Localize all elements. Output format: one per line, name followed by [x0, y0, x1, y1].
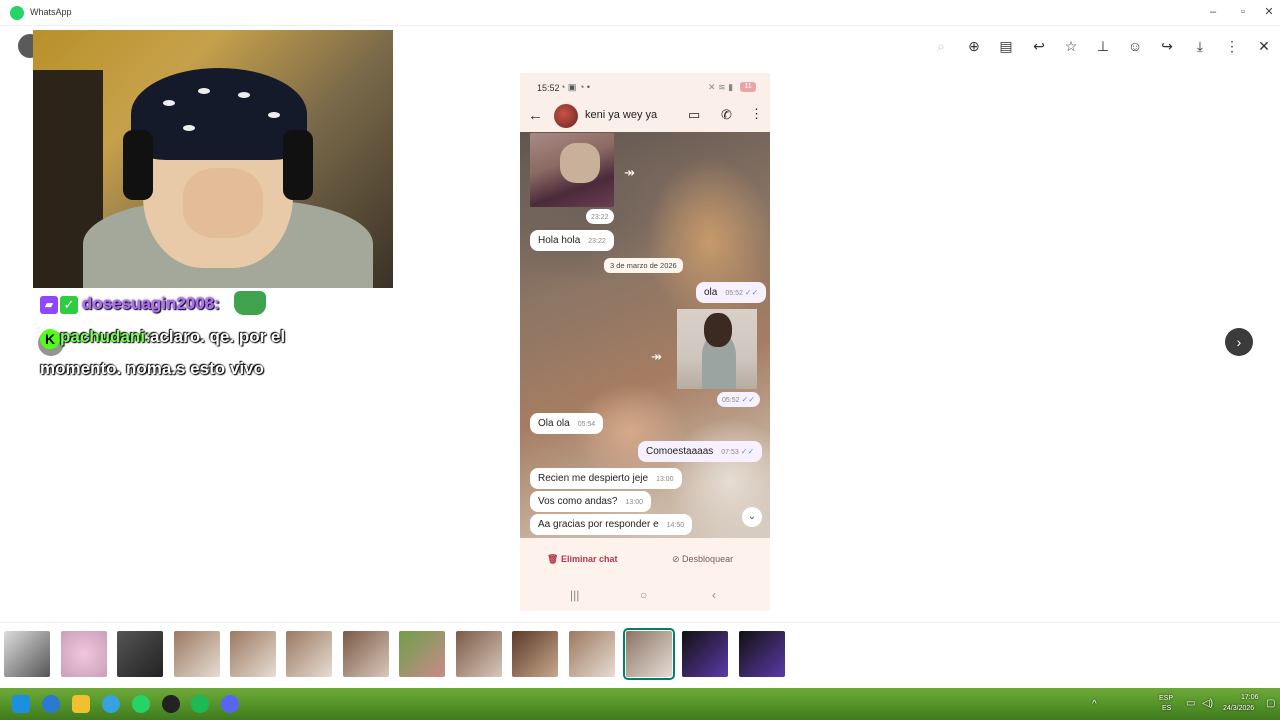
thumbnail-active[interactable] — [623, 628, 675, 680]
network-icon[interactable]: ▭ — [1186, 698, 1195, 709]
contact-avatar — [554, 104, 578, 128]
zoom-out-icon[interactable]: ⌕ — [932, 37, 950, 55]
chat-username: dosesuagin2008: — [82, 294, 220, 313]
frog-emote-icon — [234, 291, 266, 315]
keyboard-layout[interactable]: ES — [1162, 705, 1171, 712]
emoji-react-icon[interactable]: ☺ — [1126, 37, 1144, 55]
discord-icon[interactable] — [221, 695, 239, 713]
message-incoming: Vos como andas? 13:00 — [530, 491, 652, 512]
image-message — [530, 133, 614, 207]
signal-icons: ✕ ≋ ▮ — [708, 82, 734, 92]
edge-icon[interactable] — [42, 695, 60, 713]
chat-message: momento. noma.s esto vivo — [40, 359, 264, 378]
whatsapp-logo-icon — [10, 6, 24, 20]
thumbnail[interactable] — [117, 631, 163, 677]
status-time: 15:52 — [537, 83, 560, 93]
download-icon[interactable]: ⤓ — [1191, 37, 1209, 55]
minimize-button[interactable]: – — [1202, 3, 1224, 21]
thumbnail[interactable] — [456, 631, 502, 677]
delete-chat-label: 🗑 Eliminar chat — [547, 554, 618, 564]
video-call-icon: ▭ — [688, 107, 701, 122]
kick-icon: K — [40, 329, 60, 349]
thumbnail[interactable] — [682, 631, 728, 677]
verified-check-icon: ✓ — [60, 296, 78, 314]
forward-icon: ↠ — [651, 349, 662, 364]
maximize-button[interactable]: ▫ — [1232, 3, 1254, 21]
unblock-label: ⊘ Desbloquear — [672, 554, 734, 564]
phone-screenshot: 15:52 ◔ ▣ ◔ • ✕ ≋ ▮ 11 ← keni ya wey ya … — [520, 73, 770, 611]
menu-icon: ⋮ — [750, 106, 763, 121]
start-icon[interactable] — [12, 695, 30, 713]
thumbnail[interactable] — [343, 631, 389, 677]
thumbnail[interactable] — [174, 631, 220, 677]
message-outgoing: ola 05:52 ✓✓ — [696, 282, 767, 303]
chat-message: aclaro. qe. por el — [150, 327, 286, 346]
notification-icons: ◔ ▣ ◔ • — [560, 82, 591, 92]
pin-icon[interactable]: ⊥ — [1094, 37, 1112, 55]
forward-icon[interactable]: ↪ — [1158, 37, 1176, 55]
thumbnail[interactable] — [399, 631, 445, 677]
clock-date[interactable]: 24/3/2026 — [1223, 705, 1254, 712]
recent-apps-icon: ||| — [570, 588, 580, 602]
clock-time[interactable]: 17:06 — [1241, 694, 1259, 701]
next-media-button[interactable]: › — [1225, 328, 1253, 356]
home-icon: ○ — [640, 588, 648, 602]
phone-call-icon: ✆ — [721, 107, 732, 122]
message-incoming: Aa gracias por responder e 14:50 — [530, 514, 693, 535]
phone-status-bar: 15:52 ◔ ▣ ◔ • ✕ ≋ ▮ 11 — [520, 73, 770, 101]
date-chip: 3 de marzo de 2026 — [604, 258, 683, 273]
window-title: WhatsApp — [30, 7, 72, 17]
star-icon[interactable]: ☆ — [1062, 37, 1080, 55]
input-language[interactable]: ESP — [1159, 695, 1173, 702]
thumbnail[interactable] — [230, 631, 276, 677]
message-incoming: Hola hola 23:22 — [530, 230, 614, 251]
caption-icon[interactable]: ▤ — [997, 37, 1015, 55]
thumbnail[interactable] — [61, 631, 107, 677]
back-icon: ‹ — [712, 588, 716, 602]
message-incoming: Recien me despierto jeje 13:00 — [530, 468, 682, 489]
forward-icon: ↠ — [624, 165, 635, 180]
chat-area: ↠ 23:22 Hola hola 23:22 3 de marzo de 202… — [520, 132, 770, 538]
spotify-icon[interactable] — [191, 695, 209, 713]
chat-footer: 🗑 Eliminar chat ⊘ Desbloquear — [520, 538, 770, 580]
close-window-button[interactable]: ✕ — [1258, 3, 1280, 21]
twitch-icon: ▰ — [40, 296, 58, 314]
whatsapp-taskbar-icon[interactable] — [132, 695, 150, 713]
chat-header: ← keni ya wey ya ▭ ✆ ⋮ — [520, 101, 770, 132]
thumbnail[interactable] — [739, 631, 785, 677]
browser-icon[interactable] — [102, 695, 120, 713]
image-message — [677, 309, 757, 389]
android-nav-bar: ||| ○ ‹ — [520, 580, 770, 611]
contact-name: keni ya wey ya — [585, 109, 658, 121]
message-time: 05:52 ✓✓ — [717, 392, 760, 407]
message-time: 23:22 — [586, 209, 614, 224]
message-incoming: Ola ola 05:54 — [530, 413, 604, 434]
app-icon[interactable] — [162, 695, 180, 713]
thumbnail[interactable] — [4, 631, 50, 677]
scroll-down-icon: ⌄ — [742, 507, 762, 527]
notification-icon[interactable]: ▢ — [1266, 698, 1275, 709]
zoom-in-icon[interactable]: ⊕ — [965, 37, 983, 55]
title-bar — [0, 0, 1280, 26]
close-viewer-icon[interactable]: ✕ — [1255, 37, 1273, 55]
volume-icon[interactable]: ◁) — [1202, 698, 1213, 709]
more-options-icon[interactable]: ⋮ — [1223, 37, 1241, 55]
tray-expand-icon[interactable]: ^ — [1092, 699, 1097, 710]
thumbnail[interactable] — [286, 631, 332, 677]
webcam-feed — [33, 30, 393, 288]
chat-username: pachudani: — [60, 327, 151, 346]
file-explorer-icon[interactable] — [72, 695, 90, 713]
thumbnail[interactable] — [569, 631, 615, 677]
thumbnail[interactable] — [512, 631, 558, 677]
reply-icon[interactable]: ↩ — [1030, 37, 1048, 55]
back-arrow-icon: ← — [528, 107, 543, 124]
battery-icon: 11 — [740, 82, 756, 92]
message-outgoing: Comoestaaaas 07:53 ✓✓ — [638, 441, 763, 462]
